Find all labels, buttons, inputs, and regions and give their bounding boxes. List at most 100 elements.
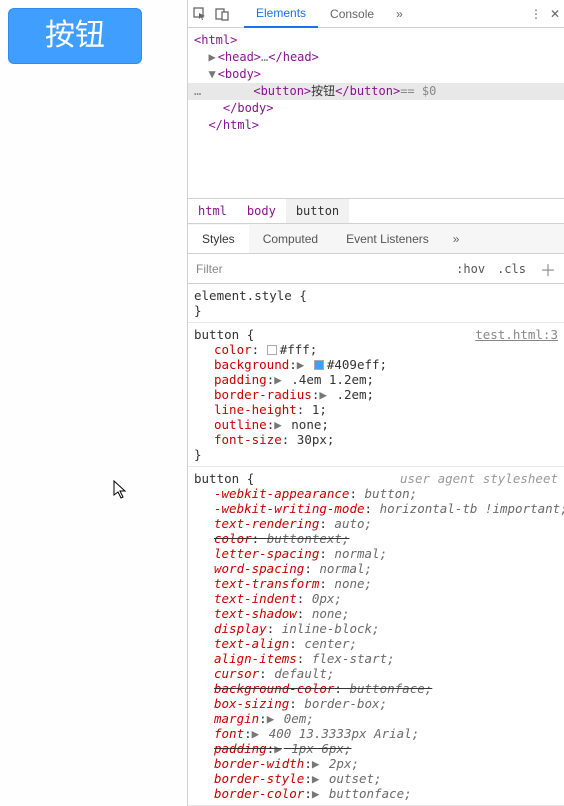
css-val: 0px; [312,591,342,606]
close-devtools-icon[interactable]: ✕ [550,7,560,21]
rule-button-useragent[interactable]: button { user agent stylesheet -webkit-a… [188,467,564,806]
color-swatch-icon[interactable] [267,345,277,355]
gutter-dots-icon: … [194,83,210,100]
css-prop: margin [214,711,259,726]
css-val: inline-block; [282,621,380,636]
subtab-event-listeners[interactable]: Event Listeners [332,225,443,253]
subtab-styles[interactable]: Styles [188,225,249,253]
css-val: border-box; [304,696,387,711]
expand-shorthand-icon[interactable]: ▶ [274,741,282,756]
devtools-panel: Elements Console » ⋮ ✕ <html> ▶<head>…</… [187,0,564,806]
css-val[interactable]: 1; [312,402,327,417]
inspect-icon[interactable] [192,6,208,22]
hov-toggle[interactable]: :hov [450,262,491,276]
expand-icon[interactable]: ▶ [208,50,215,64]
css-val[interactable]: #fff; [280,342,318,357]
css-val: none; [334,576,372,591]
css-val[interactable]: #409eff; [327,357,387,372]
expand-shorthand-icon[interactable]: ▶ [267,711,275,726]
rule-source-label: user agent stylesheet [400,471,558,486]
rule-element-style[interactable]: element.style { } [188,284,564,323]
device-toggle-icon[interactable] [214,6,230,22]
css-prop: padding [214,741,267,756]
css-prop: -webkit-appearance [214,486,349,501]
subtab-computed[interactable]: Computed [249,225,332,253]
expand-icon[interactable]: ▼ [208,67,215,81]
css-prop: -webkit-writing-mode [214,501,365,516]
css-prop[interactable]: color [214,342,252,357]
expand-shorthand-icon[interactable]: ▶ [319,387,327,402]
css-val[interactable]: none; [291,417,329,432]
expand-shorthand-icon[interactable]: ▶ [312,771,320,786]
more-tabs-icon[interactable]: » [390,7,409,21]
dom-node[interactable]: <html> [194,33,237,47]
tab-elements[interactable]: Elements [244,0,318,28]
demo-button[interactable]: 按钮 [8,8,142,64]
rule-selector: button [194,327,239,342]
dom-node-selected[interactable]: … <button>按钮</button> == $0 [188,83,564,100]
dom-node[interactable]: </body> [223,101,274,115]
css-val: horizontal-tb !important; [380,501,564,516]
css-val: buttonface; [349,681,432,696]
color-swatch-icon[interactable] [314,360,324,370]
dom-node[interactable]: <head> [218,50,261,64]
css-prop[interactable]: padding [214,372,267,387]
kebab-menu-icon[interactable]: ⋮ [530,7,542,21]
rule-source-link[interactable]: test.html:3 [475,327,558,342]
css-val: center; [304,636,357,651]
css-val[interactable]: .4em 1.2em; [291,372,374,387]
rule-button-author[interactable]: button { test.html:3 color: #fff; backgr… [188,323,564,467]
css-prop: color [214,531,252,546]
rendered-page: 按钮 [0,0,187,806]
css-prop[interactable]: outline [214,417,267,432]
dom-node[interactable]: </html> [208,118,259,132]
styles-pane[interactable]: element.style { } button { test.html:3 c… [188,284,564,806]
cls-toggle[interactable]: .cls [491,262,532,276]
css-val: flex-start; [312,651,395,666]
css-prop[interactable]: border-radius [214,387,312,402]
expand-shorthand-icon[interactable]: ▶ [274,372,282,387]
devtools-toolbar: Elements Console » ⋮ ✕ [188,0,564,28]
expand-shorthand-icon[interactable]: ▶ [252,726,260,741]
more-subtabs-icon[interactable]: » [447,232,466,246]
css-val: 400 13.3333px Arial; [269,726,420,741]
css-prop: text-align [214,636,289,651]
brace: { [299,288,307,303]
css-prop[interactable]: background [214,357,289,372]
css-val[interactable]: 30px; [297,432,335,447]
tab-console[interactable]: Console [318,1,386,27]
expand-shorthand-icon[interactable]: ▶ [297,357,305,372]
expand-shorthand-icon[interactable]: ▶ [312,756,320,771]
css-prop: word-spacing [214,561,304,576]
css-val: normal; [334,546,387,561]
breadcrumb-html[interactable]: html [188,199,237,223]
breadcrumb-body[interactable]: body [237,199,286,223]
css-prop: border-color [214,786,304,801]
dom-node[interactable]: <body> [218,67,261,81]
expand-shorthand-icon[interactable]: ▶ [274,417,282,432]
breadcrumb-button[interactable]: button [286,199,349,223]
new-style-rule-icon[interactable]: ＋ [532,257,564,281]
dom-tree[interactable]: <html> ▶<head> … </head> ▼<body> … <button… [188,28,564,138]
css-prop[interactable]: font-size [214,432,282,447]
css-prop: border-width [214,756,304,771]
css-prop: align-items [214,651,297,666]
css-val: button; [365,486,418,501]
styles-filter-input[interactable] [188,256,450,282]
css-prop: cursor [214,666,259,681]
css-prop: text-shadow [214,606,297,621]
dom-node[interactable]: </head> [268,50,319,64]
css-val: outset; [329,771,382,786]
dom-text: 按钮 [311,83,335,100]
css-val[interactable]: .2em; [336,387,374,402]
expand-shorthand-icon[interactable]: ▶ [312,786,320,801]
css-prop: text-rendering [214,516,319,531]
css-prop: background-color [214,681,334,696]
css-val: auto; [334,516,372,531]
dom-eq0: == $0 [400,83,436,100]
main-tabs: Elements Console » [244,0,409,28]
css-val: 1px 6px; [291,741,351,756]
brace: } [194,447,202,462]
css-prop[interactable]: line-height [214,402,297,417]
rule-selector: element.style [194,288,292,303]
